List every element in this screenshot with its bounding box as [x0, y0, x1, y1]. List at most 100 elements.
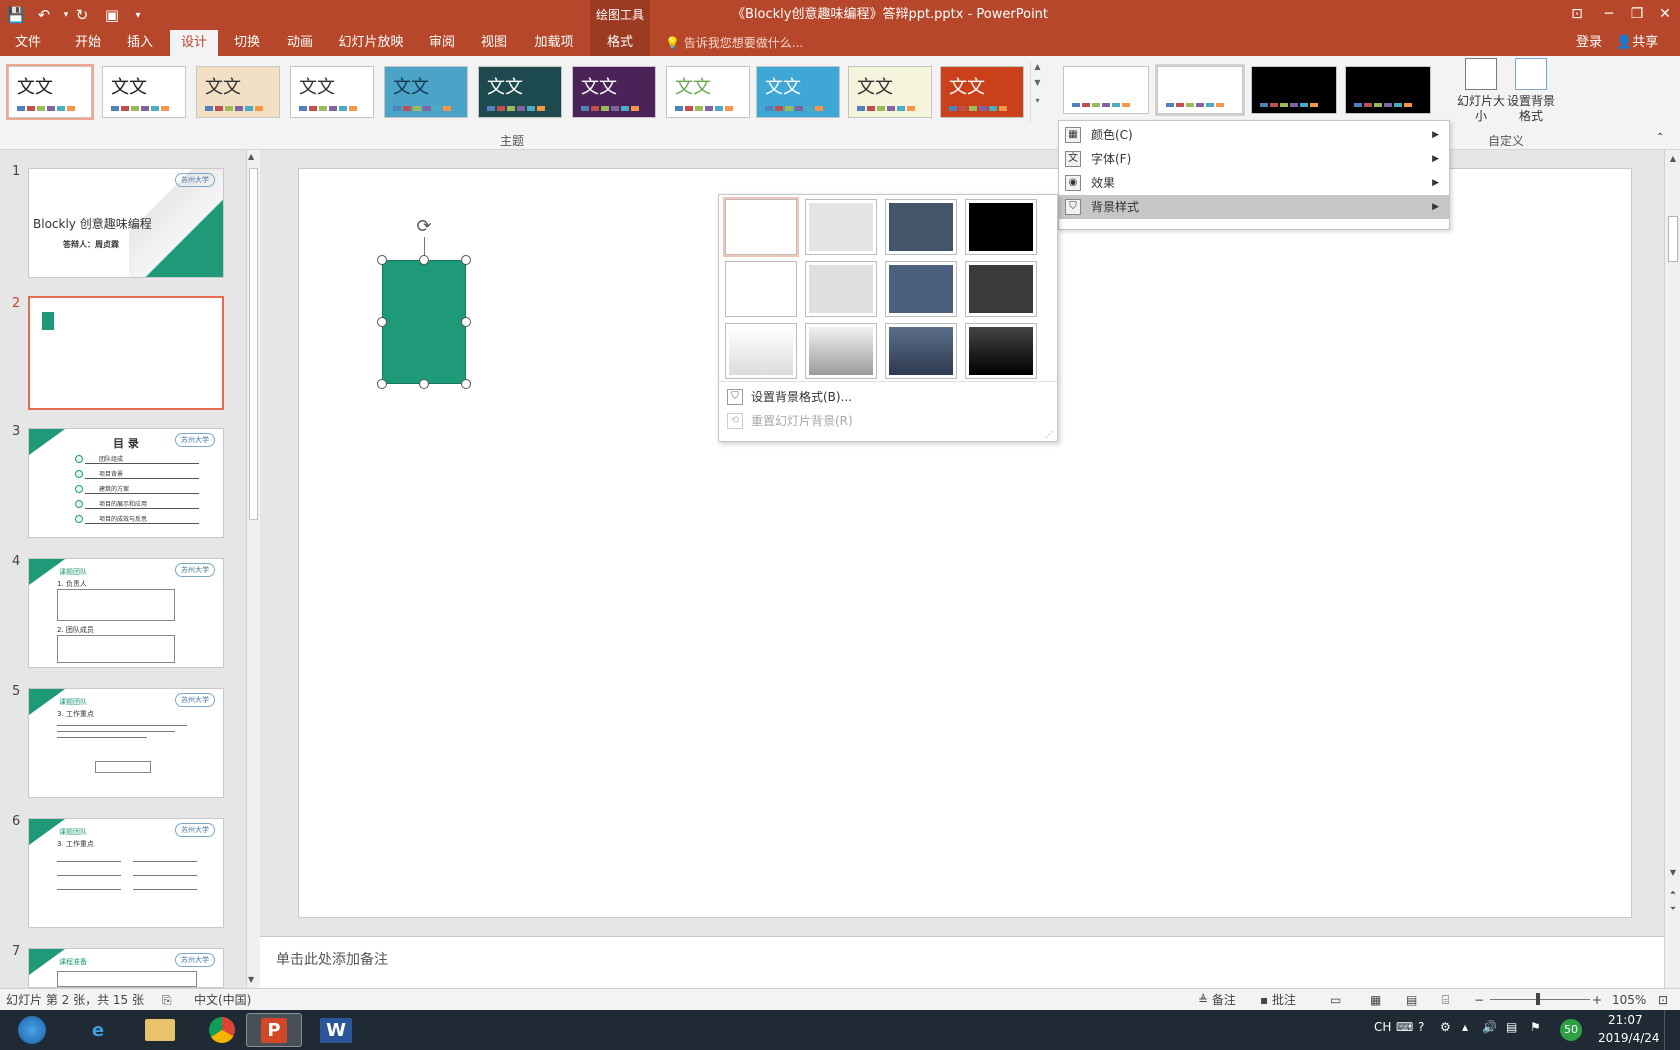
- background-style-swatch[interactable]: [885, 199, 957, 255]
- language-indicator[interactable]: 中文(中国): [194, 989, 251, 1011]
- network-icon[interactable]: ▤: [1506, 1020, 1517, 1034]
- fit-to-window-icon[interactable]: ⊡: [1658, 989, 1668, 1011]
- zoom-in-icon[interactable]: +: [1592, 989, 1602, 1011]
- format-background-menu-item[interactable]: ⛉ 设置背景格式(B)...: [719, 385, 1057, 409]
- resize-handle[interactable]: [419, 255, 429, 265]
- format-background-button[interactable]: 设置背景格式: [1506, 58, 1556, 124]
- slide-thumbnail-5[interactable]: 苏州大学 课题团队 3. 工作重点: [28, 688, 224, 798]
- theme-thumbnail[interactable]: 文文: [196, 66, 280, 118]
- slide-thumbnail-7[interactable]: 苏州大学 课程准备: [28, 948, 224, 988]
- variant-thumbnail[interactable]: [1063, 66, 1149, 114]
- customize-qat-icon[interactable]: ▾: [126, 4, 150, 26]
- tab-view[interactable]: 视图: [470, 30, 518, 56]
- settings-icon[interactable]: ⚙: [1440, 1020, 1451, 1034]
- tab-transitions[interactable]: 切换: [222, 30, 272, 56]
- internet-explorer-icon[interactable]: e: [70, 1013, 126, 1047]
- gallery-scroll[interactable]: ▲ ▼ ▾: [1030, 62, 1044, 122]
- save-icon[interactable]: 💾: [4, 4, 28, 26]
- slideshow-view-icon[interactable]: ⌸: [1442, 989, 1449, 1011]
- scroll-up-icon[interactable]: ▲: [1667, 154, 1679, 166]
- chrome-icon[interactable]: [194, 1013, 250, 1047]
- previous-slide-icon[interactable]: ⏶: [1667, 888, 1679, 900]
- background-style-swatch[interactable]: [725, 261, 797, 317]
- tell-me-box[interactable]: 💡 告诉我您想要做什么...: [665, 30, 803, 56]
- resize-handle[interactable]: [461, 379, 471, 389]
- slide-thumbnail-4[interactable]: 苏州大学 课题团队 1. 负责人 2. 团队成员: [28, 558, 224, 668]
- slide-vertical-scrollbar[interactable]: ▲ ▼ ⏶ ⏷: [1664, 150, 1680, 988]
- volume-icon[interactable]: 🔊: [1482, 1020, 1497, 1034]
- background-style-swatch[interactable]: [725, 323, 797, 379]
- tab-design[interactable]: 设计: [170, 30, 218, 56]
- reading-view-icon[interactable]: ▤: [1406, 989, 1417, 1011]
- variant-thumbnail[interactable]: [1345, 66, 1431, 114]
- background-style-swatch[interactable]: [723, 197, 799, 257]
- help-icon[interactable]: ?: [1418, 1020, 1424, 1034]
- scroll-down-icon[interactable]: ▼: [1667, 868, 1679, 880]
- comments-toggle[interactable]: ▪ 批注: [1260, 989, 1296, 1011]
- gallery-down-icon[interactable]: ▼: [1031, 78, 1044, 96]
- thumbnails-scrollbar[interactable]: ▲ ▼: [246, 150, 260, 988]
- sign-in-link[interactable]: 登录: [1576, 30, 1602, 56]
- redo-icon[interactable]: ↻: [70, 4, 94, 26]
- theme-thumbnail[interactable]: 文文: [756, 66, 840, 118]
- tab-insert[interactable]: 插入: [116, 30, 164, 56]
- share-button[interactable]: 👤共享: [1616, 30, 1658, 56]
- ribbon-display-options-icon[interactable]: ⊡: [1562, 0, 1592, 30]
- slide-thumbnail-6[interactable]: 苏州大学 课题团队 3. 工作重点: [28, 818, 224, 928]
- minimize-icon[interactable]: ─: [1594, 0, 1624, 30]
- background-style-swatch[interactable]: [805, 261, 877, 317]
- background-style-swatch[interactable]: [965, 323, 1037, 379]
- variant-thumbnail[interactable]: [1155, 64, 1245, 116]
- variant-thumbnail[interactable]: [1251, 66, 1337, 114]
- collapse-ribbon-icon[interactable]: ⌃: [1656, 132, 1664, 143]
- theme-thumbnail[interactable]: 文文: [290, 66, 374, 118]
- scroll-up-icon[interactable]: ▲: [248, 152, 254, 161]
- resize-handle[interactable]: [377, 317, 387, 327]
- resize-handle[interactable]: [377, 255, 387, 265]
- slide-thumbnail-1[interactable]: 苏州大学 Blockly 创意趣味编程 答辩人：周贞霖: [28, 168, 224, 278]
- resize-handle[interactable]: [461, 317, 471, 327]
- background-style-swatch[interactable]: [965, 199, 1037, 255]
- scroll-thumb[interactable]: [249, 168, 258, 520]
- theme-thumbnail[interactable]: 文文: [102, 66, 186, 118]
- theme-thumbnail[interactable]: 文文: [666, 66, 750, 118]
- normal-view-icon[interactable]: ▭: [1330, 989, 1341, 1011]
- scroll-down-icon[interactable]: ▼: [248, 975, 254, 984]
- theme-thumbnail[interactable]: 文文: [478, 66, 562, 118]
- zoom-slider[interactable]: [1490, 999, 1590, 1000]
- variants-menu-item[interactable]: 文字体(F) ▶: [1059, 147, 1449, 171]
- show-hidden-icons[interactable]: ▴: [1462, 1020, 1468, 1034]
- next-slide-icon[interactable]: ⏷: [1667, 904, 1679, 916]
- variants-menu-item[interactable]: ▦ 颜色(C) ▶: [1059, 123, 1449, 147]
- spellcheck-icon[interactable]: ⎘: [162, 989, 172, 1011]
- slide-count[interactable]: 幻灯片 第 2 张，共 15 张: [6, 989, 144, 1011]
- action-center-icon[interactable]: ⚑: [1530, 1020, 1541, 1034]
- powerpoint-icon[interactable]: P: [246, 1013, 302, 1047]
- zoom-level[interactable]: 105%: [1612, 989, 1646, 1011]
- notes-toggle[interactable]: ≜ 备注: [1198, 989, 1236, 1011]
- clock-date[interactable]: 2019/4/24: [1598, 1031, 1660, 1045]
- gallery-up-icon[interactable]: ▲: [1031, 62, 1044, 78]
- clock-time[interactable]: 21:07: [1608, 1013, 1643, 1027]
- zoom-out-icon[interactable]: −: [1474, 989, 1484, 1011]
- zoom-slider-knob[interactable]: [1536, 993, 1540, 1005]
- resize-grip-icon[interactable]: ⋰: [1045, 430, 1053, 439]
- theme-thumbnail[interactable]: 文文: [572, 66, 656, 118]
- resize-handle[interactable]: [461, 255, 471, 265]
- restore-icon[interactable]: ❐: [1622, 0, 1652, 30]
- resize-handle[interactable]: [419, 379, 429, 389]
- theme-thumbnail[interactable]: 文文: [384, 66, 468, 118]
- start-slideshow-icon[interactable]: ▣: [100, 4, 124, 26]
- background-style-swatch[interactable]: [885, 261, 957, 317]
- tab-slideshow[interactable]: 幻灯片放映: [330, 30, 412, 56]
- security-badge[interactable]: 50: [1560, 1019, 1582, 1041]
- tab-format[interactable]: 格式: [590, 30, 650, 56]
- scroll-thumb[interactable]: [1668, 216, 1678, 262]
- background-style-swatch[interactable]: [805, 323, 877, 379]
- slide-thumbnail-3[interactable]: 苏州大学 目 录 团队组成 项目背景 建筑的方案 项目的展示和应用 项目的成效与反思: [28, 428, 224, 538]
- undo-icon[interactable]: ↶: [32, 4, 56, 26]
- tab-animations[interactable]: 动画: [276, 30, 324, 56]
- background-style-swatch[interactable]: [805, 199, 877, 255]
- slide-thumbnail-2[interactable]: [28, 296, 224, 410]
- slide-size-button[interactable]: 幻灯片大小: [1456, 58, 1506, 124]
